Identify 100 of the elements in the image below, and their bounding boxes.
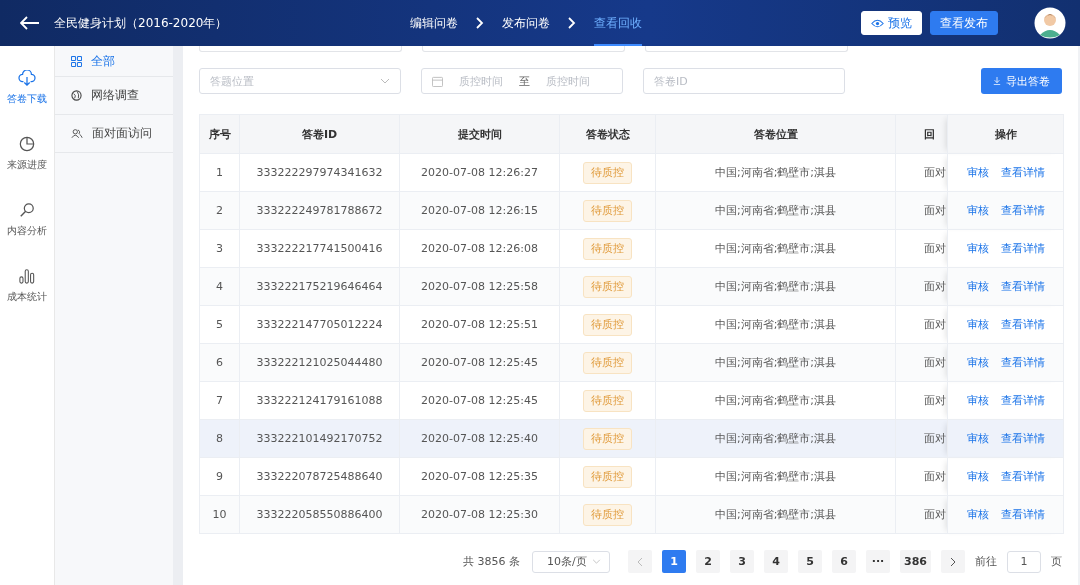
table-cell: 面对 [895, 457, 948, 496]
action-link[interactable]: 查看详情 [1000, 431, 1045, 446]
status-tag: 待质控 [583, 503, 632, 526]
table-cell: 8 [199, 419, 240, 458]
avatar[interactable] [1034, 7, 1066, 39]
chevron-left-icon [637, 556, 644, 567]
calendar-icon [432, 75, 443, 87]
table-cell: 2 [199, 191, 240, 230]
action-link[interactable]: 查看详情 [1000, 279, 1045, 294]
table-cell: 面对 [895, 419, 948, 458]
table-row[interactable]: 9 333222078725488640 2020-07-08 12:25:35 待质控 中国;河南省;鹤壁市;淇县 面对 审核 查看详情 [199, 457, 1064, 496]
table-cell: 1 [199, 153, 240, 192]
page-button[interactable]: ··· [866, 550, 891, 573]
rail-item[interactable]: 成本统计 [7, 268, 47, 304]
subnav-item[interactable]: 面对面访问 [55, 115, 173, 153]
action-link[interactable]: 审核 [966, 393, 989, 408]
status-tag: 待质控 [583, 313, 632, 336]
status-tag: 待质控 [583, 465, 632, 488]
table-cell: 2020-07-08 12:25:51 [399, 305, 560, 344]
table-cell: 面对 [895, 343, 948, 382]
eye-icon [871, 18, 884, 28]
action-link[interactable]: 查看详情 [1000, 393, 1045, 408]
rail-item[interactable]: 来源进度 [7, 136, 47, 172]
table-row[interactable]: 6 333222121025044480 2020-07-08 12:25:45 待质控 中国;河南省;鹤壁市;淇县 面对 审核 查看详情 [199, 343, 1064, 382]
action-link[interactable]: 审核 [966, 469, 989, 484]
total-count: 共 3856 条 [463, 554, 521, 569]
table-cell: 中国;河南省;鹤壁市;淇县 [655, 495, 896, 534]
table-cell: 333222121025044480 [239, 343, 400, 382]
table-cell: 面对 [895, 153, 948, 192]
action-link[interactable]: 查看详情 [1000, 241, 1045, 256]
action-link[interactable]: 查看详情 [1000, 355, 1045, 370]
table-row[interactable]: 5 333222147705012224 2020-07-08 12:25:51 待质控 中国;河南省;鹤壁市;淇县 面对 审核 查看详情 [199, 305, 1064, 344]
date-range-field[interactable]: 质控时间 至 质控时间 [421, 68, 623, 94]
page-button[interactable]: 2 [696, 550, 721, 573]
column-header: 答卷状态 [559, 114, 656, 154]
status-tag: 待质控 [583, 427, 632, 450]
table-cell: 中国;河南省;鹤壁市;淇县 [655, 381, 896, 420]
table-cell: 面对 [895, 305, 948, 344]
chevron-icon [476, 17, 484, 29]
table-cell: 中国;河南省;鹤壁市;淇县 [655, 419, 896, 458]
table-cell: 333222217741500416 [239, 229, 400, 268]
table-cell: 333222101492170752 [239, 419, 400, 458]
table-cell: 面对 [895, 229, 948, 268]
magnifier-icon [19, 202, 35, 218]
table-cell: 333222124179161088 [239, 381, 400, 420]
grid-icon [71, 55, 82, 67]
action-link[interactable]: 查看详情 [1000, 507, 1045, 522]
page-input[interactable]: 1 [1007, 550, 1041, 573]
subnav-item[interactable]: 网络调查 [55, 77, 173, 115]
table-row[interactable]: 4 333222175219646464 2020-07-08 12:25:58 待质控 中国;河南省;鹤壁市;淇县 面对 审核 查看详情 [199, 267, 1064, 306]
table-cell: 333222249781788672 [239, 191, 400, 230]
table-row[interactable]: 7 333222124179161088 2020-07-08 12:25:45 待质控 中国;河南省;鹤壁市;淇县 面对 审核 查看详情 [199, 381, 1064, 420]
next-page-button[interactable] [941, 550, 965, 573]
subnav-item[interactable]: 全部 [55, 46, 173, 77]
header-button[interactable]: 预览 [861, 11, 922, 35]
table-row[interactable]: 3 333222217741500416 2020-07-08 12:26:08 待质控 中国;河南省;鹤壁市;淇县 面对 审核 查看详情 [199, 229, 1064, 268]
action-link[interactable]: 查看详情 [1000, 317, 1045, 332]
table-cell: 2020-07-08 12:25:45 [399, 381, 560, 420]
action-link[interactable]: 审核 [966, 355, 989, 370]
rail-item[interactable]: 答卷下载 [7, 70, 47, 106]
table-row[interactable]: 1 333222297974341632 2020-07-08 12:26:27 待质控 中国;河南省;鹤壁市;淇县 面对 审核 查看详情 [199, 153, 1064, 192]
status-tag: 待质控 [583, 237, 632, 260]
table-cell: 2020-07-08 12:25:45 [399, 343, 560, 382]
action-link[interactable]: 查看详情 [1000, 165, 1045, 180]
table-cell: 333222058550886400 [239, 495, 400, 534]
table-row[interactable]: 8 333222101492170752 2020-07-08 12:25:40 待质控 中国;河南省;鹤壁市;淇县 面对 审核 查看详情 [199, 419, 1064, 458]
action-link[interactable]: 审核 [966, 507, 989, 522]
header-button[interactable]: 查看发布 [930, 11, 998, 35]
page-button[interactable]: 3 [730, 550, 755, 573]
back-arrow-icon[interactable] [20, 16, 40, 30]
table-cell: 中国;河南省;鹤壁市;淇县 [655, 457, 896, 496]
table-row[interactable]: 2 333222249781788672 2020-07-08 12:26:15 待质控 中国;河南省;鹤壁市;淇县 面对 审核 查看详情 [199, 191, 1064, 230]
action-link[interactable]: 审核 [966, 431, 989, 446]
page-size-select[interactable]: 10条/页 [532, 550, 611, 573]
rail-item[interactable]: 内容分析 [7, 202, 47, 238]
status-tag: 待质控 [583, 161, 632, 184]
answer-id-field[interactable]: 答卷ID [643, 68, 845, 94]
action-link[interactable]: 查看详情 [1000, 203, 1045, 218]
page-button[interactable]: 4 [764, 550, 789, 573]
previous-page-button[interactable] [628, 550, 653, 573]
table-cell: 中国;河南省;鹤壁市;淇县 [655, 305, 896, 344]
action-link[interactable]: 审核 [966, 165, 989, 180]
export-button[interactable]: 导出答卷 [981, 68, 1062, 94]
table-cell: 333222078725488640 [239, 457, 400, 496]
action-link[interactable]: 查看详情 [1000, 469, 1045, 484]
table-row[interactable]: 10 333222058550886400 2020-07-08 12:25:30 待质控 中国;河南省;鹤壁市;淇县 面对 审核 查看详情 [199, 495, 1064, 534]
table-cell: 中国;河南省;鹤壁市;淇县 [655, 153, 896, 192]
page-button[interactable]: 1 [662, 550, 687, 573]
table-cell: 3 [199, 229, 240, 268]
page-button[interactable]: 6 [832, 550, 857, 573]
column-header: 回 [895, 114, 948, 154]
step-tab[interactable]: 编辑问卷 [410, 0, 458, 46]
step-tab[interactable]: 发布问卷 [502, 0, 550, 46]
page-button[interactable]: 386 [900, 550, 931, 573]
action-link[interactable]: 审核 [966, 203, 989, 218]
action-link[interactable]: 审核 [966, 241, 989, 256]
table-cell: 中国;河南省;鹤壁市;淇县 [655, 191, 896, 230]
action-link[interactable]: 审核 [966, 317, 989, 332]
page-button[interactable]: 5 [798, 550, 823, 573]
action-link[interactable]: 审核 [966, 279, 989, 294]
